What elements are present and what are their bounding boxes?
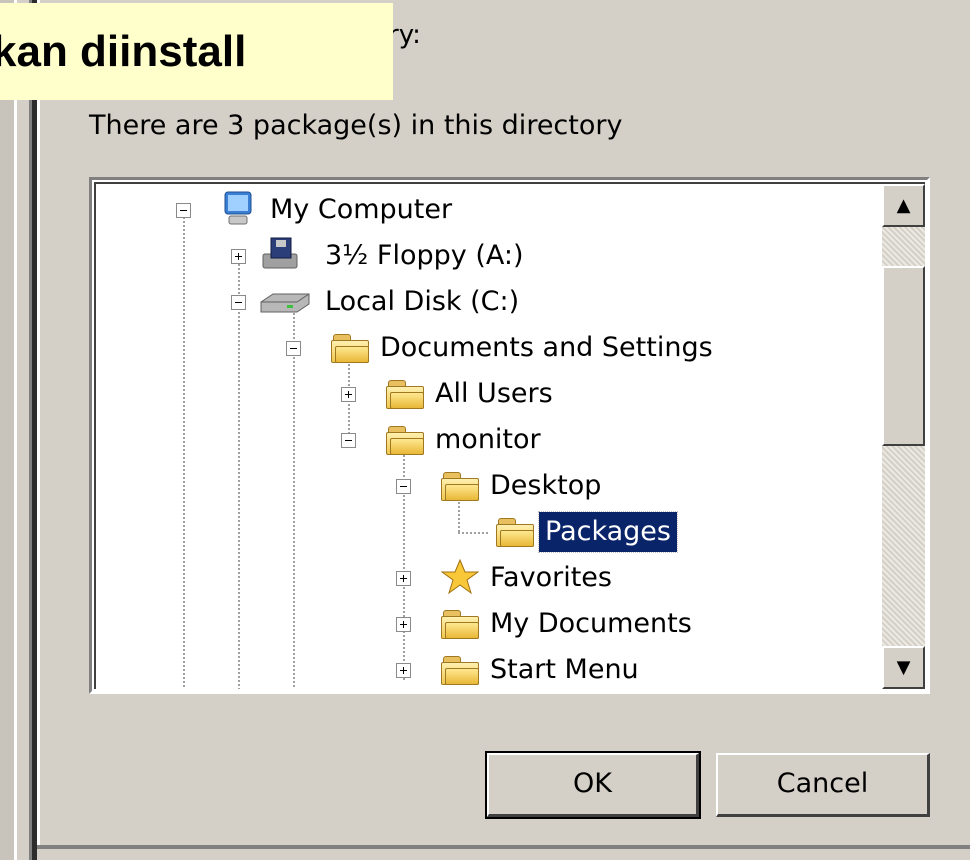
expand-toggle[interactable]	[396, 663, 411, 678]
tree-item-packages[interactable]: Packages	[441, 510, 841, 554]
computer-icon	[224, 191, 252, 225]
tree-item-desktop[interactable]: Desktop	[386, 464, 786, 508]
expand-toggle[interactable]	[341, 387, 356, 402]
window-frame-edge	[37, 0, 40, 860]
ok-button[interactable]: OK	[485, 751, 701, 819]
folder-open-icon	[386, 424, 424, 455]
collapse-toggle[interactable]	[341, 433, 356, 448]
scroll-down-button[interactable]: ▼	[882, 646, 925, 689]
tree-item-label: 3½ Floppy (A:)	[325, 240, 524, 271]
tree-item-label: All Users	[435, 378, 553, 409]
collapse-toggle[interactable]	[396, 479, 411, 494]
folder-icon	[441, 608, 479, 639]
tree-item-label: Packages	[538, 511, 678, 553]
folder-tree-view[interactable]: My Computer 3½ Floppy (A:) Local Disk (C…	[89, 177, 930, 694]
folder-icon	[386, 378, 424, 409]
folder-icon	[441, 654, 479, 685]
tree-item-documents-and-settings[interactable]: Documents and Settings	[276, 326, 776, 370]
collapse-toggle[interactable]	[176, 203, 191, 218]
tree-item-monitor[interactable]: monitor	[331, 418, 731, 462]
scroll-up-button[interactable]: ▲	[882, 184, 925, 227]
arrow-down-icon: ▼	[896, 657, 911, 678]
tree-item-my-computer[interactable]: My Computer	[166, 188, 566, 232]
expand-toggle[interactable]	[396, 571, 411, 586]
tree-item-favorites[interactable]: Favorites	[386, 556, 786, 600]
collapse-toggle[interactable]	[231, 295, 246, 310]
tree-item-local-disk[interactable]: Local Disk (C:)	[221, 280, 621, 324]
floppy-drive-icon	[262, 237, 298, 269]
hard-disk-icon	[260, 293, 310, 313]
folder-open-icon	[331, 332, 369, 363]
tree-item-label: Local Disk (C:)	[325, 286, 520, 317]
folder-open-icon	[441, 470, 479, 501]
tree-item-label: My Documents	[490, 608, 692, 639]
window-frame-edge	[17, 0, 29, 860]
package-count-text: There are 3 package(s) in this directory	[89, 110, 623, 141]
tree-item-my-documents[interactable]: My Documents	[386, 602, 786, 646]
tree-item-label: Favorites	[490, 562, 612, 593]
tree-item-label: Desktop	[490, 470, 602, 501]
caption-text: kan diinstall	[0, 27, 247, 76]
window-frame-bottom	[37, 849, 970, 860]
tree-item-label: My Computer	[270, 194, 453, 225]
star-icon	[441, 558, 479, 595]
collapse-toggle[interactable]	[286, 341, 301, 356]
tree-item-label: monitor	[435, 424, 541, 455]
scroll-thumb[interactable]	[882, 266, 925, 446]
tree-connector	[238, 260, 240, 689]
tree-item-label: Documents and Settings	[380, 332, 713, 363]
tree-item-start-menu[interactable]: Start Menu	[386, 648, 786, 689]
window-frame-left	[0, 0, 14, 860]
expand-toggle[interactable]	[396, 617, 411, 632]
tree-item-all-users[interactable]: All Users	[331, 372, 731, 416]
cancel-button[interactable]: Cancel	[716, 753, 930, 817]
vertical-scrollbar[interactable]: ▲ ▼	[882, 184, 925, 689]
expand-toggle[interactable]	[231, 249, 246, 264]
arrow-up-icon: ▲	[896, 195, 911, 216]
tree-connector	[183, 214, 185, 689]
folder-open-icon	[496, 516, 534, 547]
tree-item-label: Start Menu	[490, 654, 639, 685]
caption-overlay: kan diinstall	[0, 3, 393, 100]
tree-item-floppy[interactable]: 3½ Floppy (A:)	[221, 234, 621, 278]
